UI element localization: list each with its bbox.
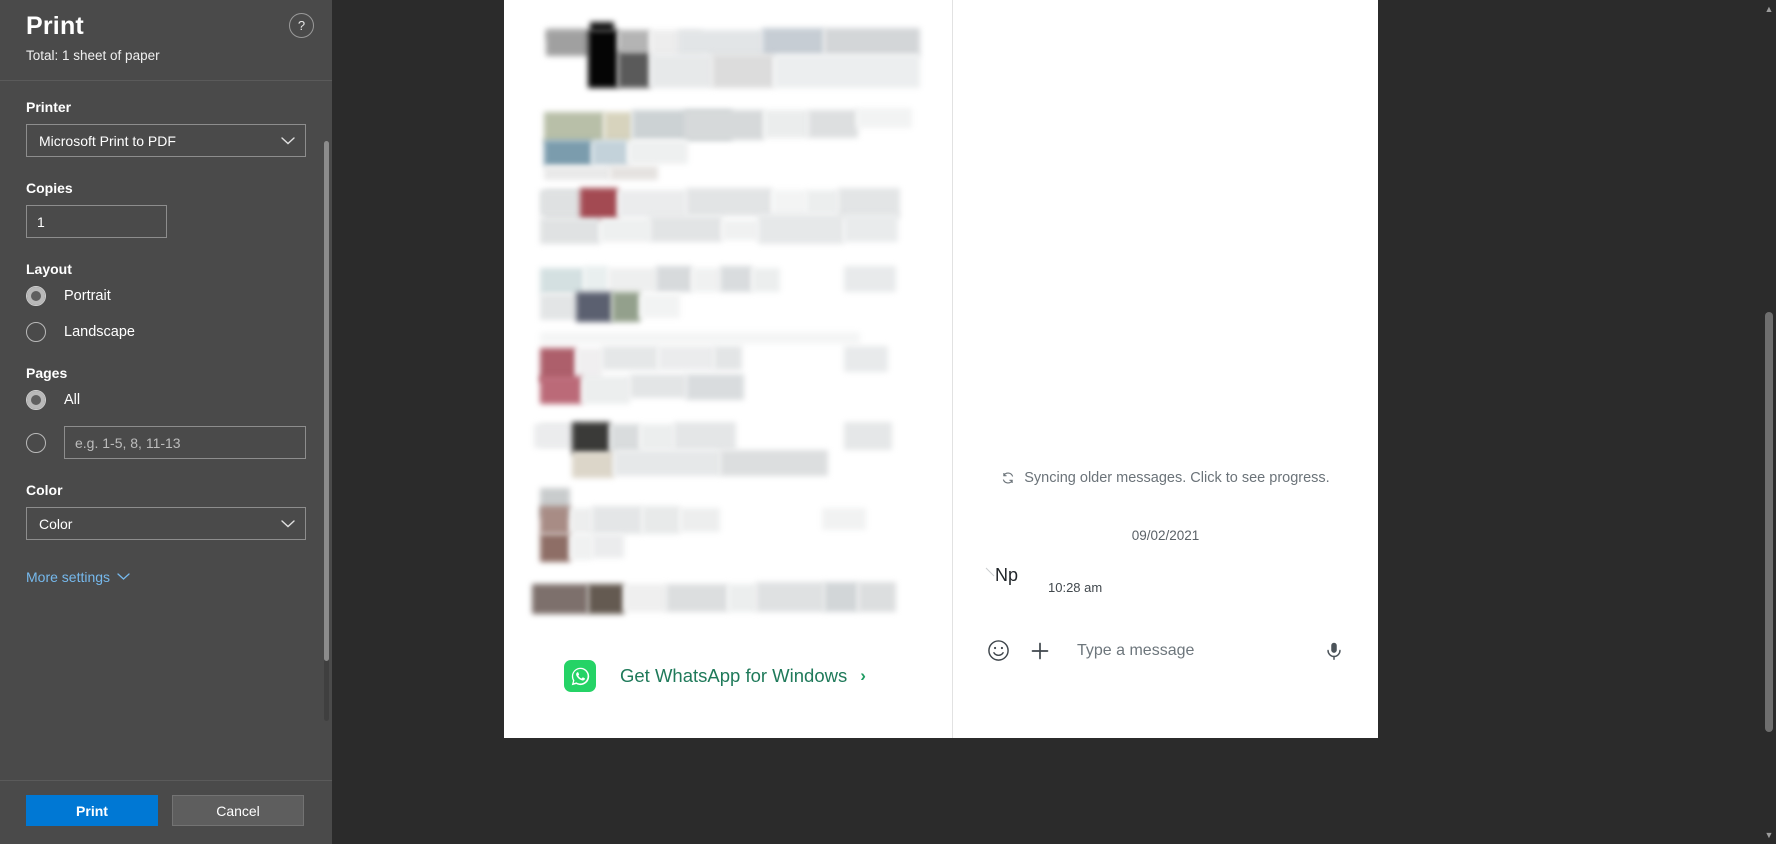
attach-plus-icon[interactable] — [1019, 639, 1061, 663]
radio-all-pages-icon — [26, 390, 46, 411]
chat-message-text: Np — [995, 565, 1019, 585]
layout-option-landscape[interactable]: Landscape — [26, 322, 306, 343]
page-title: Print — [26, 12, 84, 40]
pages-label: Pages — [26, 365, 68, 382]
blurred-transcript-content — [504, 0, 952, 738]
sheet-total-text: Total: 1 sheet of paper — [26, 47, 160, 63]
print-dialog-header: Print Total: 1 sheet of paper ? — [0, 0, 332, 82]
print-button[interactable]: Print — [26, 795, 158, 826]
color-select-value: Color — [39, 515, 73, 532]
sync-status-label: Syncing older messages. Click to see pro… — [1024, 470, 1330, 486]
chat-message-time: 10:28 am — [1048, 580, 1103, 595]
get-whatsapp-banner[interactable]: Get WhatsApp for Windows › — [564, 660, 866, 692]
layout-section: Layout Portrait Landscape — [26, 261, 306, 343]
scroll-down-arrow-icon[interactable]: ▼ — [1762, 828, 1776, 842]
copies-section: Copies — [26, 180, 306, 239]
emoji-icon[interactable] — [977, 638, 1019, 663]
layout-option-portrait[interactable]: Portrait — [26, 286, 306, 307]
microphone-icon[interactable] — [1314, 640, 1354, 662]
print-preview-window: Print Total: 1 sheet of paper ? Printer … — [0, 0, 1776, 844]
refresh-icon — [1001, 471, 1015, 485]
radio-landscape-icon — [26, 322, 46, 343]
cancel-button[interactable]: Cancel — [172, 795, 304, 826]
chat-column: Syncing older messages. Click to see pro… — [953, 0, 1378, 738]
printer-section: Printer Microsoft Print to PDF — [26, 99, 306, 158]
page-range-input[interactable] — [64, 426, 306, 460]
sync-status-row[interactable]: Syncing older messages. Click to see pro… — [953, 470, 1378, 486]
pages-option-all[interactable]: All — [26, 390, 306, 411]
layout-label: Layout — [26, 261, 72, 278]
date-divider: 09/02/2021 — [1131, 528, 1200, 543]
more-settings-label: More settings — [26, 569, 111, 586]
printer-select-value: Microsoft Print to PDF — [39, 132, 176, 149]
layout-landscape-label: Landscape — [64, 324, 135, 341]
color-select[interactable]: Color — [26, 507, 306, 541]
print-settings-panel: Print Total: 1 sheet of paper ? Printer … — [0, 0, 332, 844]
pages-all-label: All — [64, 392, 81, 409]
radio-page-range-icon — [26, 432, 46, 453]
printer-select[interactable]: Microsoft Print to PDF — [26, 124, 306, 158]
copies-input[interactable] — [26, 205, 167, 239]
more-settings-link[interactable]: More settings — [26, 569, 130, 585]
whatsapp-icon — [564, 660, 596, 692]
get-whatsapp-label: Get WhatsApp for Windows — [620, 665, 848, 686]
print-preview-page: Get WhatsApp for Windows › Syncing older… — [504, 0, 1378, 738]
print-dialog-footer: Print Cancel — [0, 780, 332, 844]
layout-portrait-label: Portrait — [64, 288, 111, 305]
chevron-right-icon: › — [860, 666, 866, 685]
color-section: Color Color — [26, 482, 306, 541]
radio-portrait-icon — [26, 286, 46, 307]
color-label: Color — [26, 482, 63, 499]
message-compose-bar — [953, 638, 1378, 663]
message-input[interactable] — [1061, 640, 1314, 661]
settings-scrollbar-thumb[interactable] — [324, 141, 329, 662]
chevron-down-icon — [281, 136, 295, 145]
printer-label: Printer — [26, 99, 72, 116]
print-settings-scroll-area: Printer Microsoft Print to PDF Copies La… — [0, 81, 332, 780]
window-scrollbar-thumb[interactable] — [1765, 312, 1773, 732]
scroll-up-arrow-icon[interactable]: ▲ — [1762, 2, 1776, 16]
copies-label: Copies — [26, 180, 73, 197]
chevron-down-icon — [281, 519, 295, 528]
pages-section: Pages All — [26, 365, 306, 460]
chevron-down-icon — [117, 573, 130, 581]
get-whatsapp-text-wrapper: Get WhatsApp for Windows › — [620, 665, 866, 687]
pages-option-range[interactable] — [26, 426, 306, 460]
help-icon[interactable]: ? — [289, 13, 314, 38]
